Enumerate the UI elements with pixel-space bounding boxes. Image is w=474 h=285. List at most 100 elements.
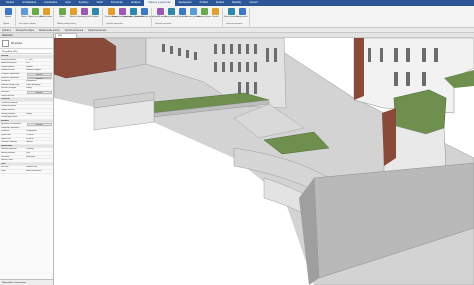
pavilion-brick-face	[382, 108, 396, 166]
ribbon-button[interactable]: Komponenta parkoviště	[123, 7, 144, 23]
ribbon-button[interactable]: Střecha	[68, 7, 78, 23]
property-value[interactable]	[26, 159, 53, 162]
property-value[interactable]	[26, 102, 53, 105]
property-name: Fáze	[1, 170, 6, 172]
site-component-icon	[118, 8, 126, 15]
property-value[interactable]: Ortogonální	[26, 130, 53, 133]
ribbon-button-label: Podlaha	[91, 16, 99, 18]
property-edit-button[interactable]: Upravit...	[27, 123, 52, 126]
property-name: Úroveň detailu	[1, 65, 15, 68]
property-value[interactable]: <Žádný>	[26, 148, 53, 151]
property-name: Poloha slunce	[1, 94, 15, 97]
place-mass-icon	[42, 8, 50, 15]
ribbon-separator	[15, 8, 16, 26]
ribbon-button[interactable]: Upravit	[3, 7, 13, 23]
property-value[interactable]: Žádný	[26, 87, 53, 90]
property-value[interactable]: 1 : 100	[26, 59, 53, 62]
panel-label[interactable]: Vytvořit pozemek	[65, 29, 83, 32]
ribbon-button[interactable]: Komponenta pozemku	[112, 7, 132, 23]
ribbon-button[interactable]: Podlaha	[90, 7, 100, 23]
ribbon-button-label: Označit	[211, 16, 219, 18]
ribbon-button[interactable]: Upravený terén	[197, 7, 211, 23]
panel-label[interactable]: Koncepční objem	[16, 29, 34, 32]
toposurface-icon	[107, 8, 115, 15]
mass-icon	[20, 8, 28, 15]
property-edit-button[interactable]: Upravit...	[27, 76, 52, 80]
model-canvas[interactable]	[54, 38, 474, 285]
property-value[interactable]: Skryto	[26, 113, 53, 116]
property-name: Hodnota měřítka	[1, 62, 17, 65]
property-line-icon	[189, 8, 197, 15]
property-name: Ohrazený prostor	[1, 116, 18, 119]
ribbon-button-label: Obvodový plášť	[77, 16, 91, 18]
property-value[interactable]	[26, 116, 53, 119]
property-value	[26, 55, 53, 58]
instance-filter-dropdown[interactable]: 3D pohled: {3D}	[1, 50, 52, 54]
property-name: Kamera	[1, 119, 9, 122]
ribbon-button-label: Upravit	[4, 16, 12, 18]
ribbon-button[interactable]: Rozdělit povrch	[153, 7, 167, 23]
property-name: Disciplína	[1, 80, 11, 83]
property-name: Výška cíle	[1, 137, 11, 140]
ribbon-button[interactable]: Označit	[210, 7, 220, 23]
property-value[interactable]: {3D}	[26, 152, 53, 155]
ribbon-group-title: Upravit pozemek	[226, 23, 243, 25]
property-name: Oblast oříznutí	[1, 108, 15, 111]
property-name: Ohrazení pohledu	[1, 101, 18, 104]
property-value[interactable]	[26, 105, 53, 108]
ribbon-button[interactable]: Povrch terénu	[105, 7, 117, 23]
property-value[interactable]: Upravit	[26, 141, 53, 144]
panel-label[interactable]: Vybrat ▾	[2, 29, 11, 32]
property-name: Viditelnost dílů	[1, 69, 15, 72]
ribbon-button-label: Sloučit povrchy	[164, 16, 178, 18]
ribbon-button-label: Upravený terén	[197, 16, 211, 18]
property-value[interactable]: Zobrazit originál	[26, 69, 53, 72]
ribbon-button[interactable]: Deska stavební jámy	[135, 7, 153, 23]
ribbon-button[interactable]: Hranice pozemku	[185, 7, 201, 23]
ribbon-button[interactable]: Sloučit povrchy	[164, 7, 178, 23]
property-name: Měřítko pohledu	[1, 58, 16, 61]
property-row: Fáze Nová konstrukce	[0, 170, 53, 174]
inplace-mass-icon	[31, 8, 39, 15]
property-value[interactable]: Podle disciplíny	[26, 84, 53, 87]
ribbon-button[interactable]: Nová vrstevnice	[224, 7, 238, 23]
property-edit-button[interactable]: Upravit...	[27, 72, 52, 76]
properties-help-link[interactable]: Nápověda k vlastnostem	[0, 279, 53, 285]
ribbon-separator	[249, 8, 250, 26]
property-name: Zobrazit skryté čáry	[1, 83, 20, 86]
property-name: Závislost	[1, 155, 10, 158]
type-selector[interactable]: 3D pohled	[0, 38, 53, 49]
property-value[interactable]: Zobrazit vše	[26, 166, 53, 169]
ribbon-button[interactable]: Nový povrch	[236, 7, 248, 23]
subregion-icon	[178, 8, 186, 15]
split-icon	[156, 8, 164, 15]
property-value[interactable]	[26, 109, 53, 112]
panel-label[interactable]: Model podle plochy	[39, 29, 60, 32]
property-name: Umístění kamery	[1, 141, 17, 144]
properties-grid: Grafika Měřítko pohledu 1 : 100 Hodnota měř…	[0, 55, 53, 174]
property-value[interactable]: 0,00000	[26, 138, 53, 141]
ribbon-button[interactable]: Obvodový plášť	[77, 7, 91, 23]
property-value[interactable]: Nová konstrukce	[26, 170, 53, 173]
ribbon-button[interactable]: Podoblast	[177, 7, 187, 23]
curtain-icon	[80, 8, 88, 15]
3d-viewport[interactable]	[54, 38, 474, 285]
property-value[interactable]: Nezávislé	[26, 156, 53, 159]
panel-label[interactable]: Upravit pozemek	[88, 29, 106, 32]
ribbon-button[interactable]: Stěna	[57, 7, 67, 23]
property-value[interactable]	[26, 95, 53, 98]
property-value[interactable]: 1,50000	[26, 134, 53, 137]
property-value	[26, 163, 53, 166]
label-icon	[211, 8, 219, 15]
property-value[interactable]: Střední	[26, 66, 53, 69]
property-value[interactable]: Koordinace	[26, 80, 53, 83]
parking-icon	[129, 8, 137, 15]
ribbon-button-label: Objem	[21, 16, 27, 18]
property-value[interactable]	[26, 127, 53, 130]
property-value[interactable]: 100	[26, 62, 53, 65]
ribbon-button[interactable]: Objem na místě	[28, 7, 42, 23]
ribbon-button[interactable]: Umístit objem	[40, 7, 52, 23]
ribbon-separator	[53, 8, 54, 26]
ribbon-button[interactable]: Objem	[19, 7, 29, 23]
property-edit-button[interactable]: Upravit...	[27, 90, 52, 94]
